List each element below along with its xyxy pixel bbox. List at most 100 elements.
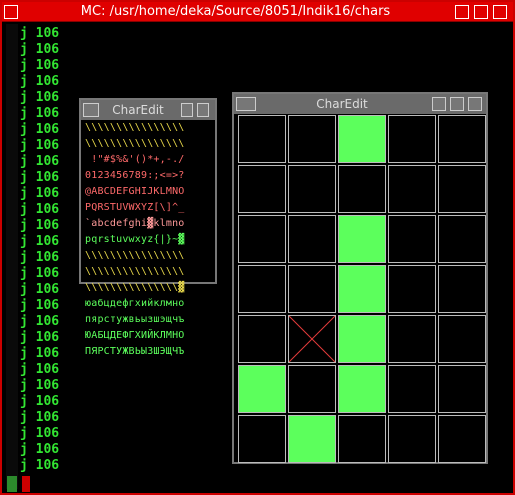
char-row[interactable]: \\\\\\\\\\\\\\\▓ xyxy=(85,280,211,296)
pixel-cell[interactable] xyxy=(438,165,486,213)
scroll-thumb[interactable] xyxy=(7,476,17,492)
pixel-cell[interactable] xyxy=(438,265,486,313)
terminal-line: j 106 xyxy=(20,362,60,377)
terminal-line: j 106 xyxy=(20,410,60,425)
char-row[interactable]: pqrstuvwxyz{|}~▓ xyxy=(85,232,211,248)
window-menu-button[interactable] xyxy=(4,5,18,19)
terminal-title: MC: /usr/home/deka/Source/8051/Indik16/c… xyxy=(80,4,391,19)
char-row[interactable]: !"#$%&'()*+,-./ xyxy=(85,152,211,168)
pixel-cell[interactable] xyxy=(238,115,286,163)
maximize-button[interactable] xyxy=(474,5,488,19)
close-button[interactable] xyxy=(197,103,209,117)
char-row[interactable]: \\\\\\\\\\\\\\\\ xyxy=(85,264,211,280)
pixel-cell[interactable] xyxy=(388,315,436,363)
char-row[interactable]: \\\\\\\\\\\\\\\\ xyxy=(85,120,211,136)
pixel-cell-cursor[interactable] xyxy=(288,315,336,363)
char-row[interactable]: PQRSTUVWXYZ[\]^_ xyxy=(85,200,211,216)
char-row[interactable]: \\\\\\\\\\\\\\\\ xyxy=(85,136,211,152)
charedit-small-window: CharEdit \\\\\\\\\\\\\\\\ \\\\\\\\\\\\\\\… xyxy=(79,98,217,357)
char-row[interactable]: 0123456789:;<=>? xyxy=(85,168,211,184)
pixel-cell[interactable] xyxy=(438,115,486,163)
terminal-line: j 106 xyxy=(20,282,60,297)
terminal-line: j 106 xyxy=(20,202,60,217)
terminal-line: j 106 xyxy=(20,330,60,345)
terminal-titlebar[interactable]: MC: /usr/home/deka/Source/8051/Indik16/c… xyxy=(2,2,513,22)
pixel-cell[interactable] xyxy=(338,165,386,213)
maximize-button[interactable] xyxy=(450,97,464,111)
char-row[interactable]: @ABCDEFGHIJKLMNO xyxy=(85,184,211,200)
pixel-cell[interactable] xyxy=(338,215,386,263)
terminal-line: j 106 xyxy=(20,234,60,249)
minimize-button[interactable] xyxy=(432,97,446,111)
terminal-line: j 106 xyxy=(20,266,60,281)
char-row[interactable]: \\\\\\\\\\\\\\\\ xyxy=(85,248,211,264)
terminal-line: j 106 xyxy=(20,154,60,169)
pixel-cell[interactable] xyxy=(388,215,436,263)
pixel-grid[interactable] xyxy=(237,114,487,464)
window-menu-button[interactable] xyxy=(83,103,99,117)
terminal-output: j 106 j 106 j 106 j 106 j 106 j 106 j 106 j 106… xyxy=(20,26,59,474)
pixel-cell[interactable] xyxy=(238,215,286,263)
pixel-cell[interactable] xyxy=(438,315,486,363)
terminal-line: j 106 xyxy=(20,122,60,137)
terminal-line: j 106 xyxy=(20,42,60,57)
char-table[interactable]: \\\\\\\\\\\\\\\\ \\\\\\\\\\\\\\\\ !"#$%&'… xyxy=(85,120,211,360)
terminal-line: j 106 xyxy=(20,58,60,73)
pixel-cell[interactable] xyxy=(388,415,436,463)
terminal-line: j 106 xyxy=(20,426,60,441)
terminal-line: j 106 xyxy=(20,378,60,393)
terminal-line: j 106 xyxy=(20,170,60,185)
terminal-line: j 106 xyxy=(20,74,60,89)
pixel-cell[interactable] xyxy=(338,315,386,363)
pixel-cell[interactable] xyxy=(438,215,486,263)
cursor-cross-icon xyxy=(289,316,335,362)
close-button[interactable] xyxy=(468,97,482,111)
pixel-cell[interactable] xyxy=(438,415,486,463)
pixel-cell[interactable] xyxy=(238,315,286,363)
pixel-cell[interactable] xyxy=(338,115,386,163)
pixel-cell[interactable] xyxy=(238,265,286,313)
minimize-button[interactable] xyxy=(455,5,469,19)
pixel-cell[interactable] xyxy=(388,165,436,213)
pixel-cell[interactable] xyxy=(238,415,286,463)
pixel-cell[interactable] xyxy=(388,365,436,413)
terminal-line: j 106 xyxy=(20,442,60,457)
pixel-cell[interactable] xyxy=(338,415,386,463)
charedit-big-window: CharEdit xyxy=(232,92,488,464)
terminal-line: j 106 xyxy=(20,250,60,265)
terminal-line: j 106 xyxy=(20,218,60,233)
pixel-cell[interactable] xyxy=(288,215,336,263)
char-row[interactable]: ЮАБЦДЕФГХИЙКЛМНО xyxy=(85,328,211,344)
terminal-line: j 106 xyxy=(20,394,60,409)
minimize-button[interactable] xyxy=(181,103,193,117)
pixel-cell[interactable] xyxy=(338,365,386,413)
terminal-scrollbar[interactable] xyxy=(6,24,18,489)
char-row[interactable]: пярстужвьызшэщчъ xyxy=(85,312,211,328)
pixel-cell[interactable] xyxy=(438,365,486,413)
pixel-cell[interactable] xyxy=(238,365,286,413)
pixel-cell[interactable] xyxy=(288,265,336,313)
terminal-line: j 106 xyxy=(20,346,60,361)
terminal-line: j 106 xyxy=(20,138,60,153)
pixel-cell[interactable] xyxy=(388,265,436,313)
pixel-cell[interactable] xyxy=(288,165,336,213)
window-menu-button[interactable] xyxy=(236,97,256,111)
char-row[interactable]: ПЯРСТУЖВЬЫЗШЭЩЧЪ xyxy=(85,344,211,360)
pixel-cell[interactable] xyxy=(338,265,386,313)
text-cursor xyxy=(22,476,30,492)
terminal-line: j 106 xyxy=(20,186,60,201)
charedit-small-title: CharEdit xyxy=(112,103,164,117)
char-row[interactable]: `abcdefghi▓klmno xyxy=(85,216,211,232)
charedit-big-titlebar[interactable]: CharEdit xyxy=(234,94,486,114)
pixel-cell[interactable] xyxy=(288,365,336,413)
close-button[interactable] xyxy=(493,5,507,19)
terminal-line: j 106 xyxy=(20,26,60,41)
terminal-line: j 106 xyxy=(20,106,60,121)
pixel-cell[interactable] xyxy=(288,115,336,163)
char-row[interactable]: юабцдефгхийклмно xyxy=(85,296,211,312)
pixel-cell[interactable] xyxy=(388,115,436,163)
pixel-cell[interactable] xyxy=(288,415,336,463)
charedit-big-title: CharEdit xyxy=(316,97,368,111)
pixel-cell[interactable] xyxy=(238,165,286,213)
charedit-small-titlebar[interactable]: CharEdit xyxy=(81,100,215,120)
